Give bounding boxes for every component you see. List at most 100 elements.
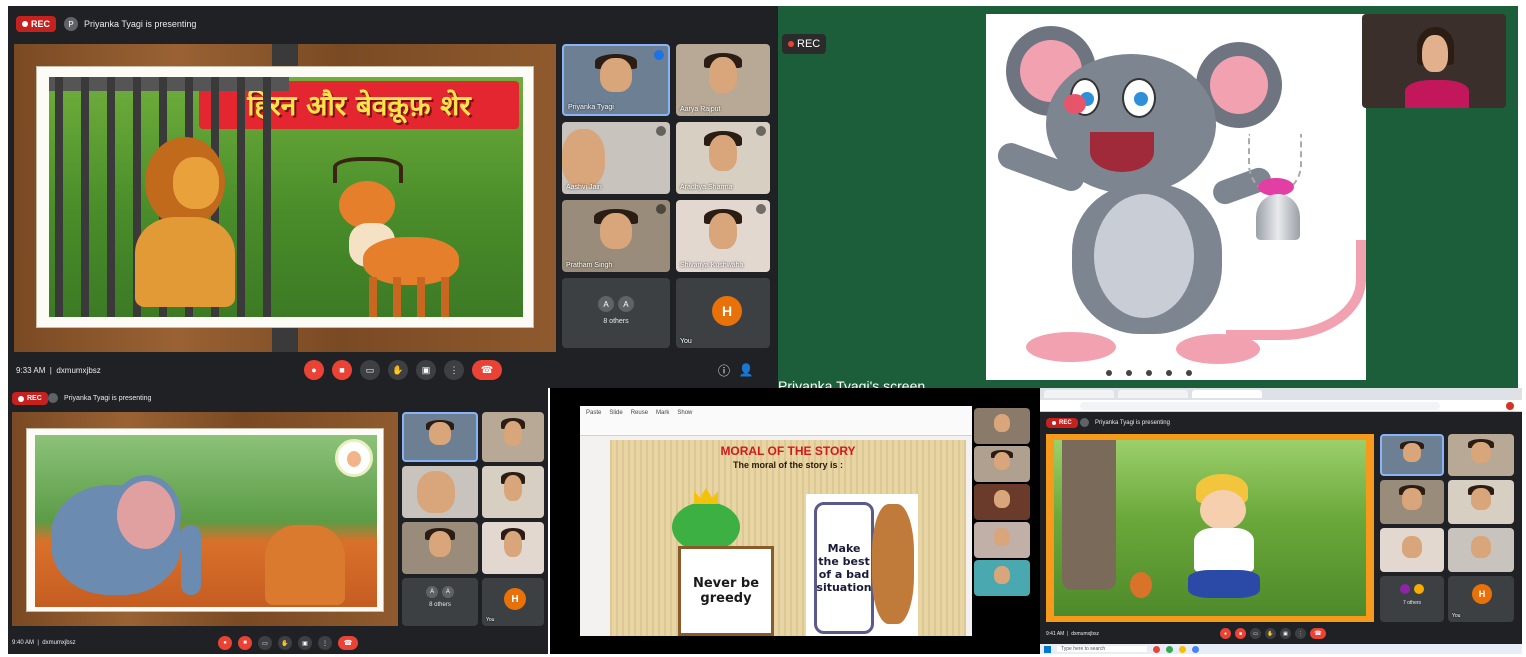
slide-dot[interactable] bbox=[1186, 370, 1192, 376]
mouse-belly bbox=[1094, 194, 1194, 318]
browser-tab[interactable] bbox=[1044, 390, 1114, 398]
participant-tile[interactable] bbox=[1448, 434, 1514, 476]
browser-tab[interactable] bbox=[1118, 390, 1188, 398]
rec-dot-icon bbox=[18, 395, 24, 402]
captions-button[interactable]: ▭ bbox=[1250, 628, 1261, 639]
participant-tile[interactable] bbox=[402, 522, 478, 574]
participant-tile[interactable] bbox=[974, 484, 1030, 520]
self-tile[interactable]: H You bbox=[676, 278, 770, 348]
others-tile[interactable]: A A 8 others bbox=[562, 278, 670, 348]
browser-meet-panel: REC Priyanka Tyagi is presenting 7 other… bbox=[1040, 388, 1522, 654]
raise-hand-button[interactable]: ✋ bbox=[1265, 628, 1276, 639]
people-icon[interactable]: 👤 bbox=[738, 362, 754, 378]
browser-tab-active[interactable] bbox=[1192, 390, 1262, 398]
raise-hand-button[interactable]: ✋ bbox=[388, 360, 408, 380]
presenter-video[interactable] bbox=[1362, 14, 1506, 108]
participant-tile[interactable] bbox=[1380, 528, 1444, 572]
more-options-button[interactable]: ⋮ bbox=[444, 360, 464, 380]
taskbar-app-icon[interactable] bbox=[1179, 645, 1186, 653]
mic-off-button[interactable]: ● bbox=[1220, 628, 1231, 639]
other-avatar: A bbox=[617, 296, 634, 312]
mouse-nose bbox=[1064, 94, 1086, 114]
participant-tile[interactable] bbox=[1448, 480, 1514, 524]
taskbar-app-icon[interactable] bbox=[1192, 645, 1199, 653]
boy-illustration bbox=[1184, 474, 1264, 604]
mic-off-button[interactable]: ● bbox=[304, 360, 324, 380]
slide-dot[interactable] bbox=[1146, 370, 1152, 376]
more-options-button[interactable]: ⋮ bbox=[318, 636, 332, 650]
participant-face bbox=[503, 531, 523, 558]
story-slide bbox=[26, 428, 384, 612]
windows-start-icon[interactable] bbox=[1044, 645, 1051, 653]
participant-tile[interactable] bbox=[974, 408, 1030, 444]
profile-icon[interactable] bbox=[1506, 402, 1514, 410]
present-button[interactable]: ▣ bbox=[1280, 628, 1291, 639]
rec-dot-icon bbox=[788, 41, 794, 47]
mic-muted-icon bbox=[756, 126, 766, 136]
participant-tile[interactable] bbox=[402, 412, 478, 462]
participant-tile[interactable] bbox=[482, 412, 544, 462]
participant-tile[interactable]: Pratham Singh bbox=[562, 200, 670, 272]
taskbar-app-icon[interactable] bbox=[1153, 645, 1160, 653]
camera-off-button[interactable]: ■ bbox=[238, 636, 252, 650]
ribbon-button[interactable]: Show bbox=[677, 410, 692, 431]
participant-face bbox=[993, 414, 1011, 433]
participant-tile[interactable] bbox=[1380, 480, 1444, 524]
captions-button[interactable]: ▭ bbox=[360, 360, 380, 380]
participant-tile[interactable] bbox=[974, 560, 1030, 596]
captions-button[interactable]: ▭ bbox=[258, 636, 272, 650]
participant-tile[interactable] bbox=[482, 466, 544, 518]
participant-tile[interactable]: Aarya Rajput bbox=[676, 44, 770, 116]
crown-icon bbox=[694, 488, 718, 504]
self-tile[interactable]: H You bbox=[482, 578, 544, 626]
mouse-tail bbox=[1226, 240, 1366, 340]
leave-call-button[interactable]: ☎ bbox=[472, 360, 502, 380]
slide-dot[interactable] bbox=[1166, 370, 1172, 376]
participant-tile[interactable] bbox=[974, 522, 1030, 558]
presenting-indicator: P Priyanka Tyagi is presenting bbox=[64, 17, 196, 31]
participant-tile[interactable]: Shivanya Kushwaha bbox=[676, 200, 770, 272]
camera-off-button[interactable]: ■ bbox=[1235, 628, 1246, 639]
mouse-slide bbox=[986, 14, 1366, 380]
squirrel-icon bbox=[1130, 572, 1152, 598]
camera-off-button[interactable]: ■ bbox=[332, 360, 352, 380]
slide-dots bbox=[1106, 370, 1192, 376]
ribbon-button[interactable]: Paste bbox=[586, 410, 601, 431]
ribbon-button[interactable]: Mark bbox=[656, 410, 669, 431]
participant-tile[interactable]: Priyanka Tyagi bbox=[562, 44, 670, 116]
self-avatar: H bbox=[1472, 584, 1492, 604]
participant-tile[interactable]: Aashvi Jain bbox=[562, 122, 670, 194]
others-tile[interactable]: 7 others bbox=[1380, 576, 1444, 622]
present-button[interactable]: ▣ bbox=[298, 636, 312, 650]
info-icon[interactable]: ⓘ bbox=[716, 362, 732, 378]
participant-tile[interactable] bbox=[1448, 528, 1514, 572]
self-label: You bbox=[1452, 613, 1461, 619]
more-options-button[interactable]: ⋮ bbox=[1295, 628, 1306, 639]
screen-share-mouse: REC Priyanka Tyagi's screen bbox=[778, 6, 1518, 388]
url-field[interactable] bbox=[1080, 402, 1440, 410]
storyteller-avatar-icon bbox=[335, 439, 373, 477]
self-label: You bbox=[486, 617, 495, 623]
raise-hand-button[interactable]: ✋ bbox=[278, 636, 292, 650]
self-tile[interactable]: H You bbox=[1448, 576, 1514, 622]
participant-tile[interactable] bbox=[1380, 434, 1444, 476]
leave-call-button[interactable]: ☎ bbox=[1310, 628, 1326, 639]
elephant-scene bbox=[35, 435, 377, 607]
participant-tile[interactable]: Aradhya Sharma bbox=[676, 122, 770, 194]
taskbar-search-field[interactable]: Type here to search bbox=[1057, 646, 1147, 652]
taskbar-app-icon[interactable] bbox=[1166, 645, 1173, 653]
present-button[interactable]: ▣ bbox=[416, 360, 436, 380]
meeting-controls: ● ■ ▭ ✋ ▣ ⋮ ☎ bbox=[1220, 628, 1326, 639]
participant-tile[interactable] bbox=[402, 466, 478, 518]
leave-call-button[interactable]: ☎ bbox=[338, 636, 358, 650]
slide-dot[interactable] bbox=[1106, 370, 1112, 376]
slide-dot[interactable] bbox=[1126, 370, 1132, 376]
participant-tile[interactable] bbox=[974, 446, 1030, 482]
mic-off-button[interactable]: ● bbox=[218, 636, 232, 650]
ribbon-button[interactable]: Reuse bbox=[631, 410, 648, 431]
screen-caption: Priyanka Tyagi's screen bbox=[778, 378, 926, 388]
ribbon-button[interactable]: Slide bbox=[609, 410, 622, 431]
participant-face bbox=[993, 490, 1011, 509]
participant-tile[interactable] bbox=[482, 522, 544, 574]
others-tile[interactable]: A A 8 others bbox=[402, 578, 478, 626]
